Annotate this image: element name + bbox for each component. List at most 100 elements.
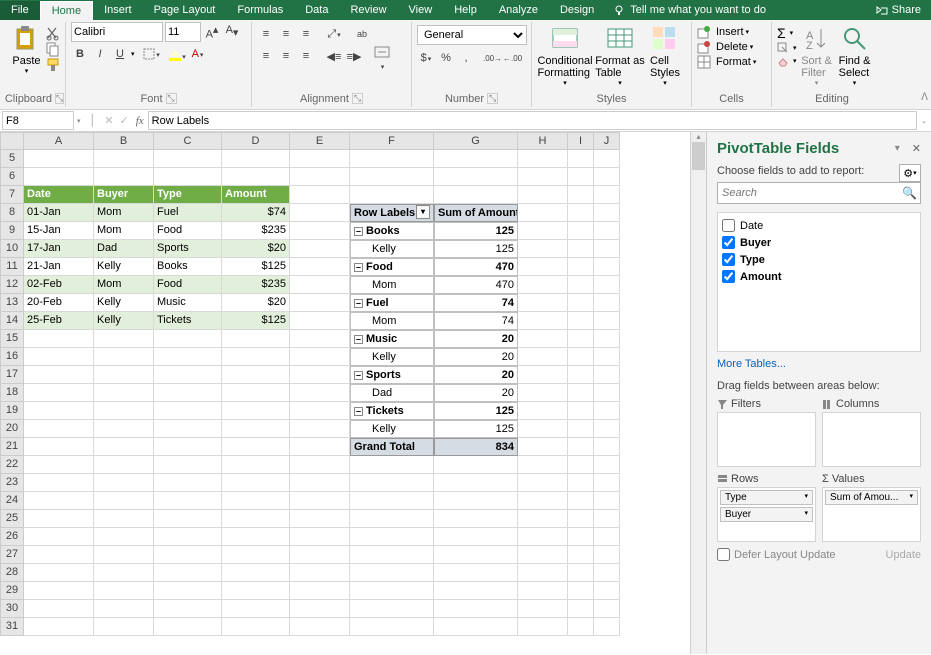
cell[interactable] (24, 600, 94, 618)
cell[interactable]: Row Labels▾ (350, 204, 434, 222)
row-header[interactable]: 8 (0, 204, 24, 222)
cell[interactable] (518, 528, 568, 546)
col-header[interactable]: D (222, 132, 290, 150)
row-header[interactable]: 23 (0, 474, 24, 492)
cell[interactable] (568, 492, 594, 510)
cell[interactable]: 125 (434, 240, 518, 258)
cell[interactable] (434, 456, 518, 474)
col-header[interactable]: A (24, 132, 94, 150)
italic[interactable]: I (91, 45, 109, 63)
col-header[interactable]: C (154, 132, 222, 150)
cell[interactable] (568, 240, 594, 258)
gear-icon[interactable]: ⚙▾ (899, 164, 921, 182)
cell[interactable] (154, 456, 222, 474)
cell[interactable]: Food (154, 276, 222, 294)
cell[interactable] (94, 546, 154, 564)
cell[interactable] (222, 150, 290, 168)
number-format[interactable]: General (417, 25, 527, 45)
cell[interactable] (24, 510, 94, 528)
tab-data[interactable]: Data (294, 1, 339, 20)
filter-dropdown[interactable]: ▾ (416, 205, 430, 219)
cell[interactable] (568, 276, 594, 294)
cell[interactable] (24, 150, 94, 168)
cell[interactable] (568, 510, 594, 528)
cell[interactable] (24, 528, 94, 546)
cell[interactable] (222, 510, 290, 528)
search-icon[interactable]: 🔍 (902, 186, 917, 200)
cell[interactable] (594, 348, 620, 366)
cell[interactable] (154, 474, 222, 492)
autosum[interactable]: Σ▾ (777, 25, 797, 41)
cell[interactable]: 01-Jan (24, 204, 94, 222)
cell[interactable] (290, 384, 350, 402)
cell[interactable] (94, 402, 154, 420)
cell[interactable] (222, 366, 290, 384)
cell[interactable]: Mom (94, 276, 154, 294)
row-header[interactable]: 30 (0, 600, 24, 618)
cell[interactable] (24, 546, 94, 564)
cell[interactable] (434, 618, 518, 636)
row-header[interactable]: 15 (0, 330, 24, 348)
cell[interactable]: 17-Jan (24, 240, 94, 258)
row-header[interactable]: 26 (0, 528, 24, 546)
cell[interactable]: $125 (222, 258, 290, 276)
cell[interactable]: Kelly (94, 312, 154, 330)
cell[interactable] (290, 204, 350, 222)
cell[interactable] (24, 168, 94, 186)
tab-review[interactable]: Review (339, 1, 397, 20)
row-header[interactable]: 13 (0, 294, 24, 312)
row-header[interactable]: 14 (0, 312, 24, 330)
cell[interactable] (290, 276, 350, 294)
cell[interactable] (594, 582, 620, 600)
cell[interactable] (94, 420, 154, 438)
cell[interactable] (24, 582, 94, 600)
cell[interactable] (568, 528, 594, 546)
underline[interactable]: U (111, 45, 129, 63)
more-tables[interactable]: More Tables... (717, 358, 921, 370)
cell[interactable]: 20 (434, 348, 518, 366)
cell[interactable] (222, 600, 290, 618)
font-name[interactable] (71, 22, 163, 42)
wrap-text[interactable]: ab (353, 25, 371, 43)
cell[interactable]: Buyer (94, 186, 154, 204)
cell[interactable] (290, 582, 350, 600)
collapse-icon[interactable]: – (354, 263, 363, 272)
cell[interactable]: $20 (222, 240, 290, 258)
cell[interactable] (290, 366, 350, 384)
cell[interactable] (518, 420, 568, 438)
percent[interactable]: % (437, 49, 455, 67)
cell[interactable] (594, 474, 620, 492)
cell[interactable] (568, 546, 594, 564)
cell[interactable] (154, 330, 222, 348)
cell[interactable]: Food (154, 222, 222, 240)
cell[interactable] (594, 204, 620, 222)
cell[interactable]: 20 (434, 366, 518, 384)
cell[interactable] (94, 348, 154, 366)
cell[interactable] (222, 384, 290, 402)
font-color[interactable]: A (189, 45, 207, 63)
cell[interactable] (290, 600, 350, 618)
cell[interactable] (154, 510, 222, 528)
cell[interactable] (290, 186, 350, 204)
cell[interactable]: 125 (434, 222, 518, 240)
format-cells[interactable]: Format▾ (697, 55, 756, 69)
cell[interactable] (594, 618, 620, 636)
cell[interactable] (350, 168, 434, 186)
field-checkbox[interactable] (722, 253, 735, 266)
defer-checkbox[interactable] (717, 548, 730, 561)
cell[interactable]: 20-Feb (24, 294, 94, 312)
cell[interactable] (568, 168, 594, 186)
cell[interactable]: Mom (94, 204, 154, 222)
row-header[interactable]: 12 (0, 276, 24, 294)
paste-button[interactable]: Paste▾ (9, 22, 44, 75)
cell[interactable]: –Food (350, 258, 434, 276)
cell[interactable] (518, 438, 568, 456)
cell[interactable] (154, 618, 222, 636)
cell[interactable] (94, 564, 154, 582)
cell[interactable] (594, 366, 620, 384)
cell[interactable] (518, 312, 568, 330)
find-select[interactable]: Find & Select▾ (837, 22, 873, 87)
cell[interactable]: Kelly (350, 240, 434, 258)
cell[interactable] (568, 348, 594, 366)
cell[interactable] (568, 420, 594, 438)
